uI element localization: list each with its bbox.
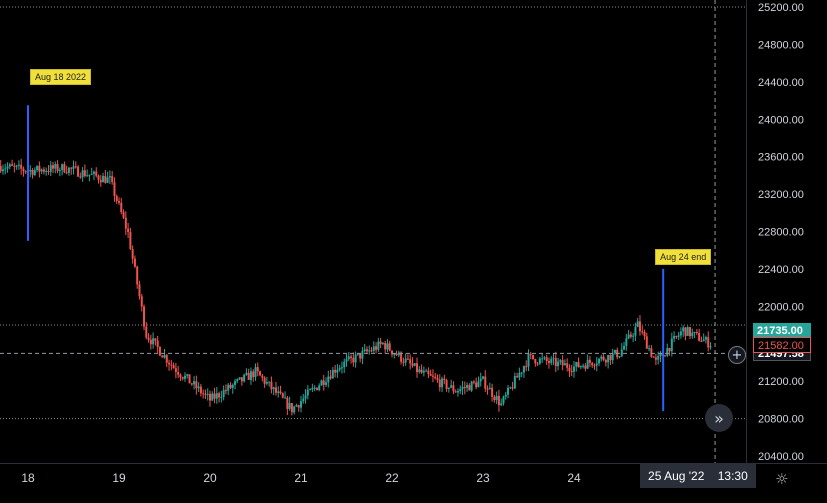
- gear-icon[interactable]: ☼: [775, 470, 788, 488]
- plus-circle-icon[interactable]: +: [728, 346, 746, 364]
- double-chevron-right-icon[interactable]: »: [705, 404, 733, 432]
- crosshair-date: 25 Aug '22: [648, 469, 705, 483]
- annotation-label[interactable]: Aug 24 end: [655, 248, 712, 265]
- crosshair-time: 13:30: [717, 469, 748, 483]
- annotation-label[interactable]: Aug 18 2022: [30, 69, 92, 86]
- hidden-price-tag: 21582.00: [753, 337, 811, 354]
- crosshair-date-label: 25 Aug '22 13:30: [640, 464, 756, 488]
